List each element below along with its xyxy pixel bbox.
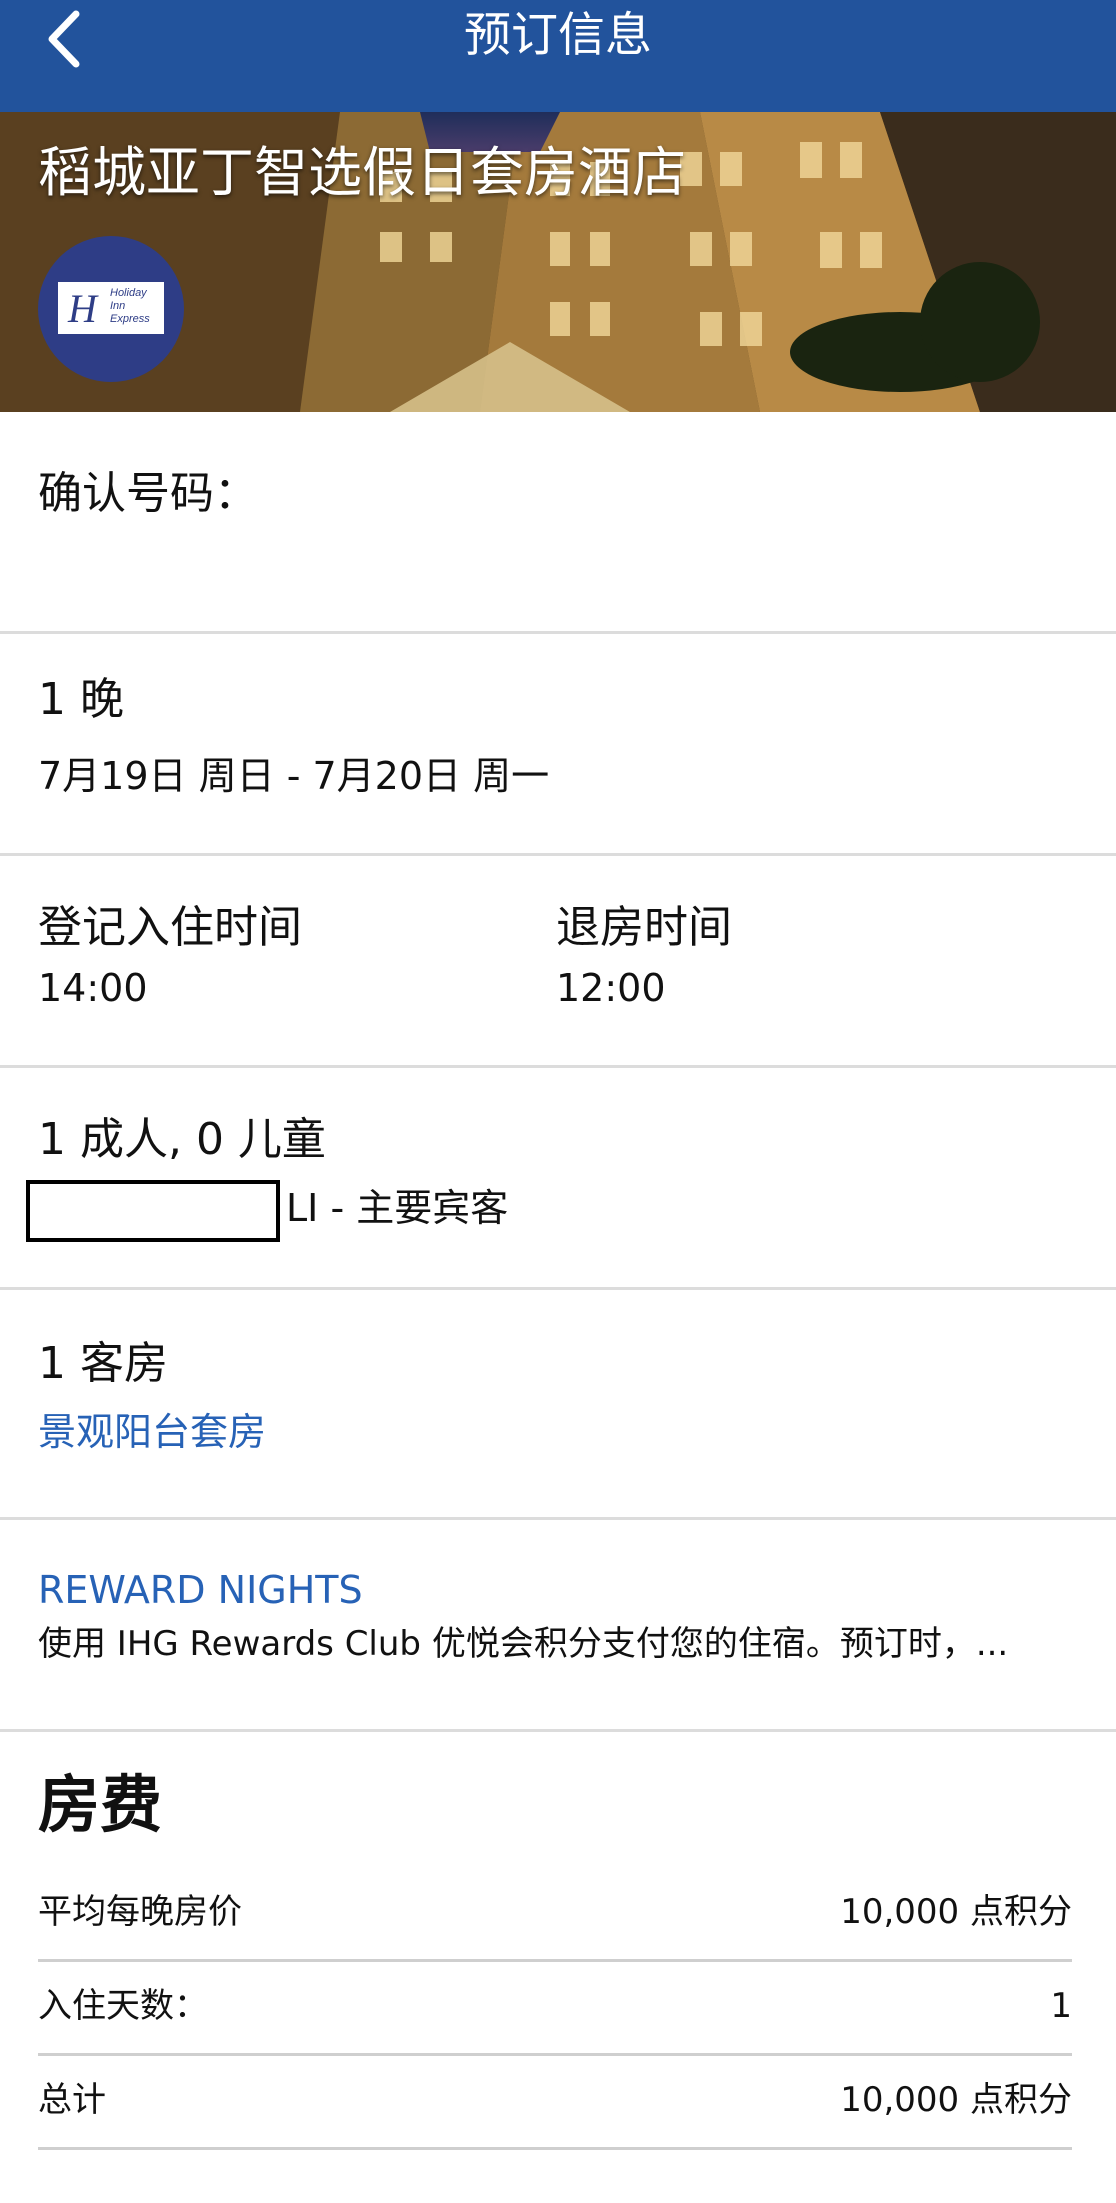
fee-value: 10,000 点积分: [840, 2080, 1072, 2120]
fees-title: 房费: [38, 1768, 163, 1841]
room-count: 1 客房: [38, 1338, 168, 1389]
fee-row-nights: 入住天数： 1: [38, 1962, 1072, 2056]
hotel-name: 稻城亚丁智选假日套房酒店: [38, 141, 686, 204]
page-title: 预订信息: [464, 8, 652, 63]
fee-row-avg-nightly: 平均每晚房价 10,000 点积分: [38, 1868, 1072, 1962]
h-logo-icon: H: [67, 286, 99, 330]
checkout-time: 12:00: [556, 966, 666, 1010]
fee-label: 总计: [38, 2080, 106, 2120]
confirmation-label: 确认号码：: [38, 468, 258, 519]
stay-dates-section: 1 晚 7月19日 周日 - 7月20日 周一: [0, 634, 1116, 856]
fee-label: 平均每晚房价: [38, 1892, 242, 1932]
stay-dates: 7月19日 周日 - 7月20日 周一: [38, 754, 550, 798]
checkin-time: 14:00: [38, 966, 148, 1010]
fee-label: 入住天数：: [38, 1986, 208, 2026]
reward-nights-title[interactable]: REWARD NIGHTS: [38, 1566, 363, 1614]
redacted-guest-name: [26, 1180, 280, 1242]
confirmation-section: 确认号码：: [0, 412, 1116, 634]
primary-guest: LI - 主要宾客: [286, 1186, 509, 1230]
reward-nights-section[interactable]: REWARD NIGHTS 使用 IHG Rewards Club 优悦会积分支…: [0, 1520, 1116, 1732]
reward-nights-description: 使用 IHG Rewards Club 优悦会积分支付您的住宿。预订时，...: [38, 1624, 1009, 1664]
guests-section: 1 成人, 0 儿童 LI - 主要宾客: [0, 1068, 1116, 1290]
holiday-inn-express-logo: H Holiday Inn Express: [38, 236, 184, 382]
fee-value: 1: [1050, 1986, 1072, 2026]
fee-row-total: 总计 10,000 点积分: [38, 2056, 1072, 2150]
room-section: 1 客房 景观阳台套房: [0, 1290, 1116, 1520]
fee-value: 10,000 点积分: [840, 1892, 1072, 1932]
checkin-label: 登记入住时间: [38, 902, 302, 953]
room-type-link[interactable]: 景观阳台套房: [38, 1408, 266, 1456]
nights-count: 1 晚: [38, 674, 124, 725]
logo-text: Holiday Inn Express: [110, 287, 150, 325]
checkout-label: 退房时间: [556, 902, 732, 953]
logo-plate: H Holiday Inn Express: [58, 282, 164, 334]
checkin-checkout-section: 登记入住时间 14:00 退房时间 12:00: [0, 856, 1116, 1068]
svg-text:H: H: [67, 286, 99, 330]
hotel-hero-banner: 稻城亚丁智选假日套房酒店 H Holiday Inn Express: [0, 112, 1116, 412]
guest-count: 1 成人, 0 儿童: [38, 1114, 326, 1165]
top-navigation-bar: 预订信息: [0, 0, 1116, 112]
